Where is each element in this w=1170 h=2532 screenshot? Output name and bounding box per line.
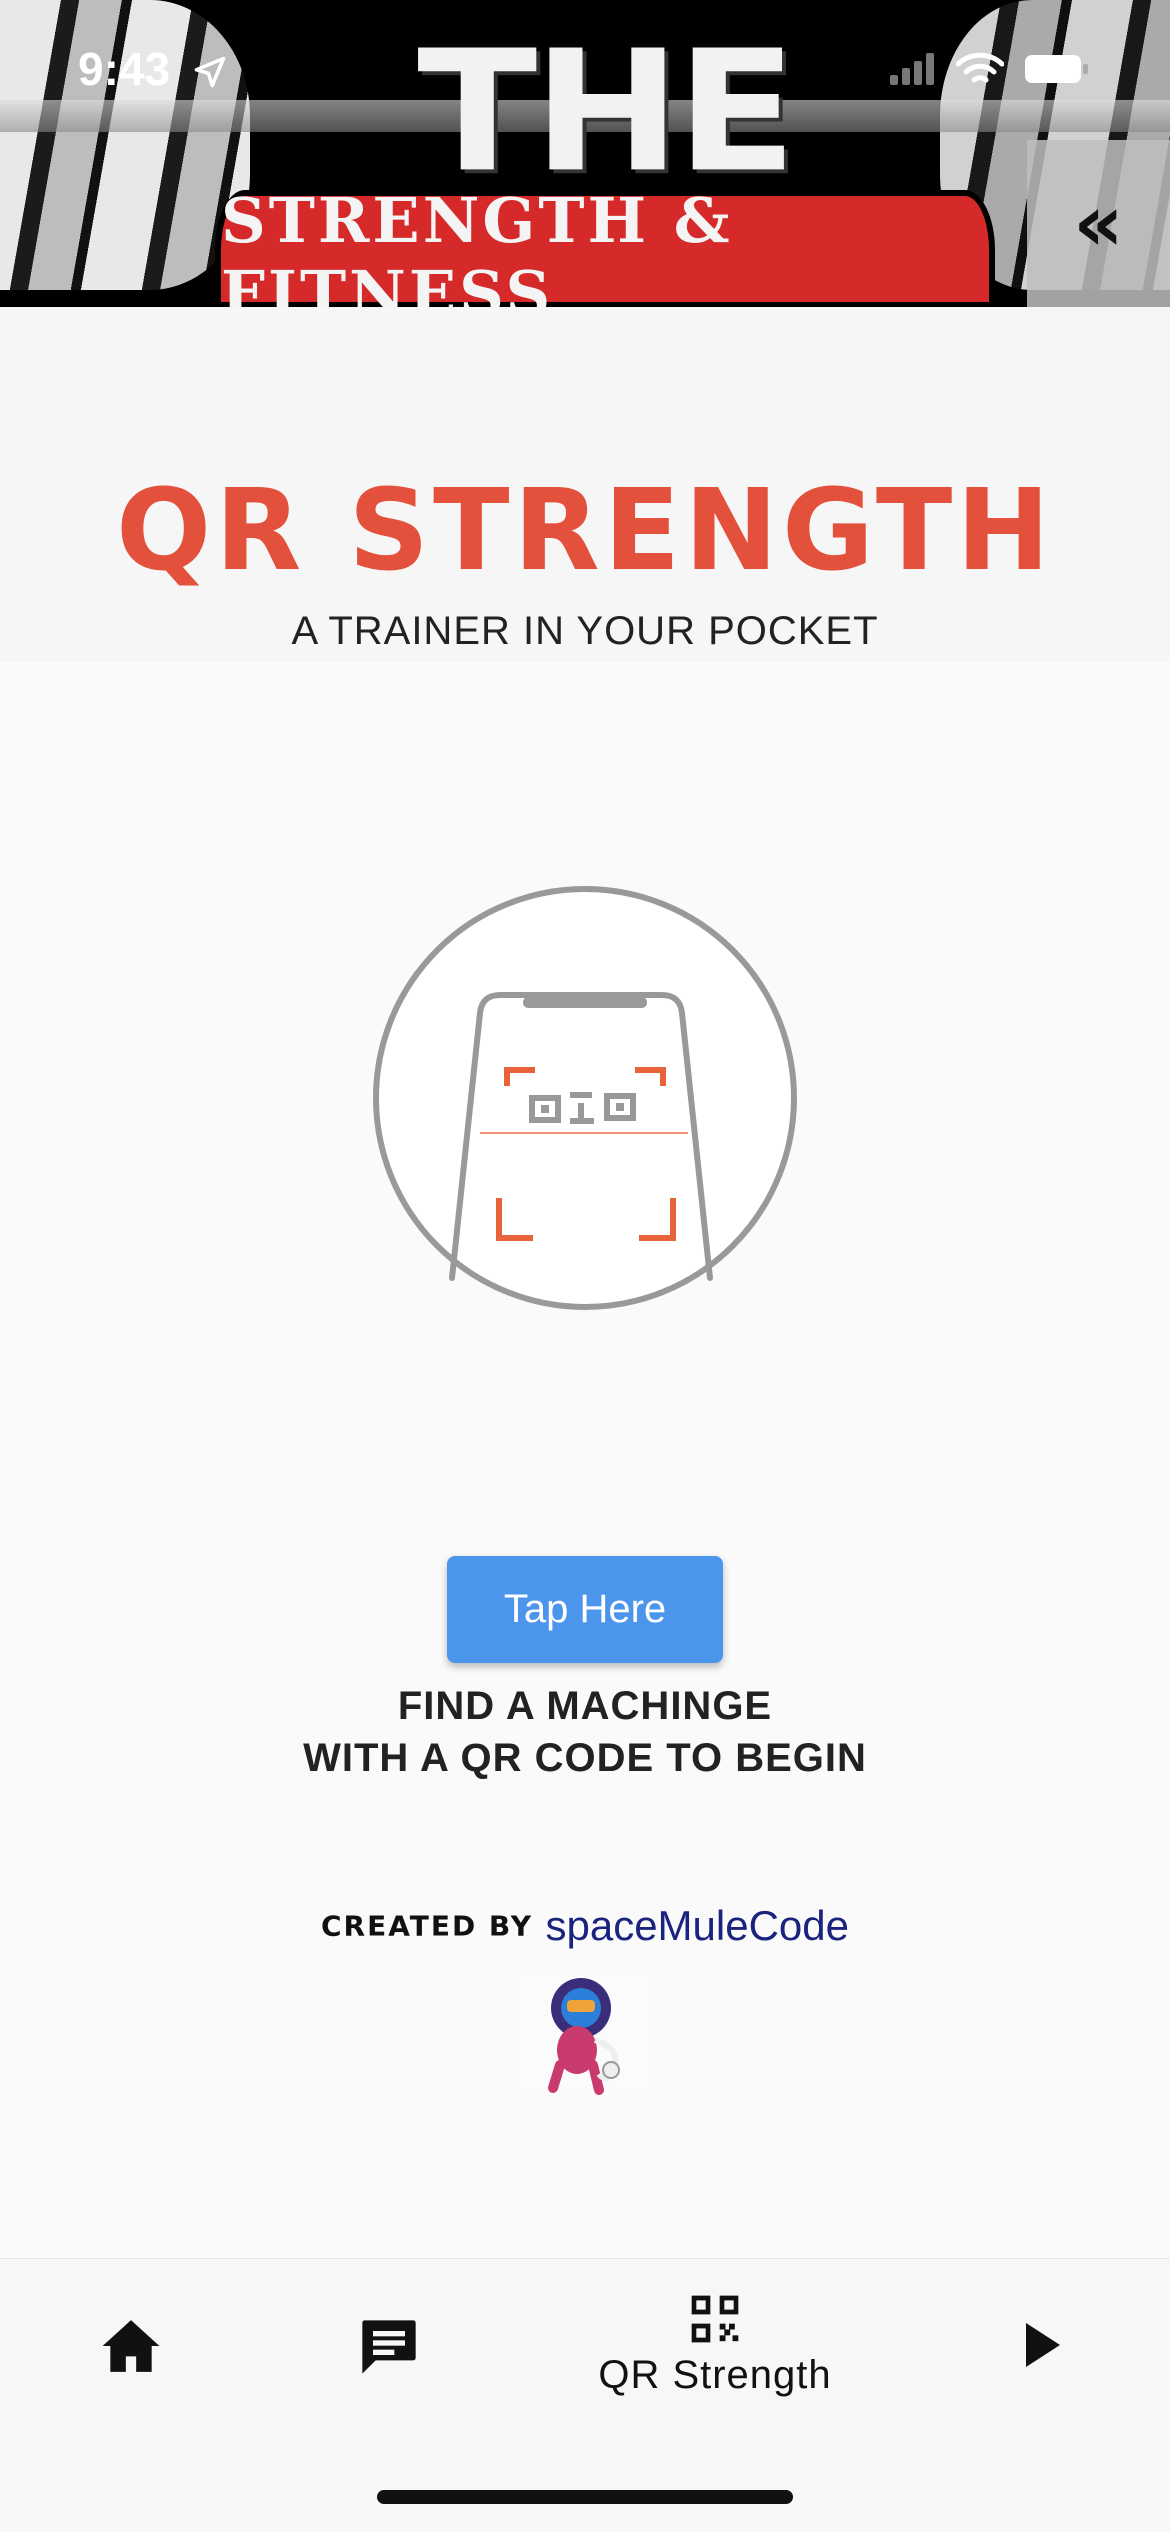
nav-item-home[interactable] [100, 2317, 162, 2375]
nav-item-chat[interactable] [357, 2315, 421, 2379]
qr-code-icon [691, 2295, 739, 2343]
play-icon [1026, 2323, 1060, 2367]
title-block: QR STRENGTH A TRAINER IN YOUR POCKET [0, 307, 1170, 662]
credits: CREATED BY spaceMuleCode [0, 1902, 1170, 1950]
astronaut-mascot-logo [515, 1970, 655, 2095]
page-tagline: A TRAINER IN YOUR POCKET [291, 609, 879, 653]
collapse-button[interactable]: « [1027, 140, 1170, 307]
wifi-icon [955, 52, 1005, 91]
app-screen: THE BAR STRENGTH & FITNESS 9:43 [0, 0, 1170, 2532]
page-title: QR STRENGTH [115, 466, 1055, 596]
status-time: 9:43 [78, 43, 171, 95]
header-banner: THE BAR STRENGTH & FITNESS 9:43 [0, 0, 1170, 307]
instruction-line-2: WITH A QR CODE TO BEGIN [303, 1736, 867, 1780]
location-arrow-icon [192, 54, 228, 95]
signal-icon [890, 53, 936, 90]
tap-here-button[interactable]: Tap Here [447, 1556, 723, 1663]
qr-scan-illustration [370, 883, 800, 1313]
status-icons [890, 52, 1090, 91]
double-chevron-left-icon: « [1073, 178, 1124, 269]
status-bar: 9:43 [0, 0, 1170, 140]
home-icon [102, 2320, 160, 2372]
credits-prefix: CREATED BY [320, 1909, 534, 1943]
nav-label-qr-strength: QR Strength [598, 2353, 832, 2397]
instruction-line-1: FIND A MACHINGE [397, 1684, 773, 1728]
instruction-text: FIND A MACHINGE WITH A QR CODE TO BEGIN [0, 1680, 1170, 1784]
nav-item-play[interactable] [1022, 2321, 1062, 2369]
logo-subtitle: STRENGTH & FITNESS [221, 184, 733, 307]
battery-icon [1024, 53, 1090, 90]
nav-item-qr-strength[interactable]: QR Strength [580, 2291, 850, 2398]
home-indicator[interactable] [377, 2490, 793, 2504]
credits-author-link[interactable]: spaceMuleCode [545, 1902, 849, 1949]
logo-ribbon: STRENGTH & FITNESS [215, 184, 995, 307]
phone-scan-icon [373, 886, 797, 1310]
chat-icon [362, 2320, 416, 2374]
